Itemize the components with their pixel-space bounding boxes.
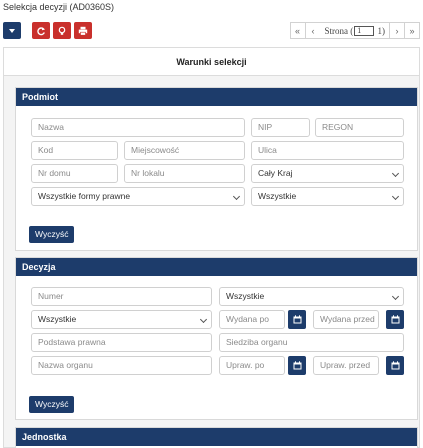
first-page-button[interactable]: « — [291, 23, 306, 38]
nip-field[interactable]: NIP — [251, 118, 310, 137]
chevron-down-icon — [199, 315, 208, 324]
chevron-down-icon — [391, 192, 400, 201]
forma-prawna-select[interactable]: Wszystkie formy prawne — [31, 187, 245, 206]
calendar-icon[interactable] — [386, 356, 404, 375]
caret-down-icon[interactable] — [3, 22, 21, 39]
upraw-przed-field[interactable]: Upraw. przed — [313, 356, 379, 375]
refresh-icon[interactable] — [32, 22, 50, 39]
podmiot-clear-button[interactable]: Wyczyść — [29, 226, 75, 243]
jednostka-header[interactable]: Jednostka — [16, 428, 417, 446]
kod-field[interactable]: Kod — [31, 141, 118, 160]
calendar-icon[interactable] — [288, 356, 306, 375]
wydana-przed-field[interactable]: Wydana przed — [313, 310, 379, 329]
decyzja-typ-select[interactable]: Wszystkie — [219, 287, 404, 306]
toolbar: « ‹ Strona (1 1) › » — [3, 22, 420, 40]
miejscowosc-field[interactable]: Miejscowość — [124, 141, 245, 160]
podmiot-status-select[interactable]: Wszystkie — [251, 187, 404, 206]
calendar-icon[interactable] — [288, 310, 306, 329]
podmiot-section: Podmiot Nazwa NIP REGON Kod Miejscowość … — [15, 87, 418, 251]
pager: « ‹ Strona (1 1) › » — [289, 22, 420, 39]
region-select-value: Cały Kraj — [258, 168, 293, 178]
podmiot-header: Podmiot — [16, 88, 417, 106]
selection-panel: Warunki selekcji Podmiot Nazwa NIP REGON… — [3, 47, 420, 448]
page-number-input[interactable]: 1 — [354, 25, 375, 36]
decyzja-rodzaj-select-value: Wszystkie — [38, 314, 77, 324]
ulica-field[interactable]: Ulica — [251, 141, 404, 160]
next-page-button[interactable]: › — [389, 23, 404, 38]
nazwa-organu-field[interactable]: Nazwa organu — [31, 356, 212, 375]
prev-page-button[interactable]: ‹ — [306, 23, 321, 38]
upraw-po-field[interactable]: Upraw. po — [219, 356, 285, 375]
decyzja-clear-button[interactable]: Wyczyść — [29, 396, 75, 413]
page-total: 1) — [377, 25, 386, 36]
nr-lokalu-field[interactable]: Nr lokalu — [124, 164, 245, 183]
chevron-down-icon — [232, 192, 241, 201]
decyzja-rodzaj-select[interactable]: Wszystkie — [31, 310, 212, 329]
decyzja-section: Decyzja Numer Wszystkie Wszystkie Wydana… — [15, 257, 418, 420]
regon-field[interactable]: REGON — [315, 118, 404, 137]
page-label: Strona — [324, 25, 349, 36]
conditions-title: Warunki selekcji — [4, 48, 419, 76]
chevron-down-icon — [391, 169, 400, 178]
nazwa-field[interactable]: Nazwa — [31, 118, 245, 137]
forma-prawna-select-value: Wszystkie formy prawne — [38, 191, 131, 201]
numer-field[interactable]: Numer — [31, 287, 212, 306]
calendar-icon[interactable] — [386, 310, 404, 329]
lightbulb-icon[interactable] — [53, 22, 71, 39]
page-info: Strona (1 1) — [324, 25, 386, 36]
podmiot-status-select-value: Wszystkie — [258, 191, 297, 201]
decyzja-typ-select-value: Wszystkie — [226, 291, 265, 301]
siedziba-organu-field[interactable]: Siedziba organu — [219, 333, 404, 352]
last-page-button[interactable]: » — [404, 23, 419, 38]
page-title: Selekcja decyzji (AD0360S) — [3, 2, 115, 12]
print-icon[interactable] — [74, 22, 92, 39]
chevron-down-icon — [391, 292, 400, 301]
decyzja-header: Decyzja — [16, 258, 417, 276]
wydana-po-field[interactable]: Wydana po — [219, 310, 285, 329]
region-select[interactable]: Cały Kraj — [251, 164, 404, 183]
podstawa-prawna-field[interactable]: Podstawa prawna — [31, 333, 212, 352]
jednostka-section: Jednostka — [15, 427, 418, 448]
nr-domu-field[interactable]: Nr domu — [31, 164, 118, 183]
